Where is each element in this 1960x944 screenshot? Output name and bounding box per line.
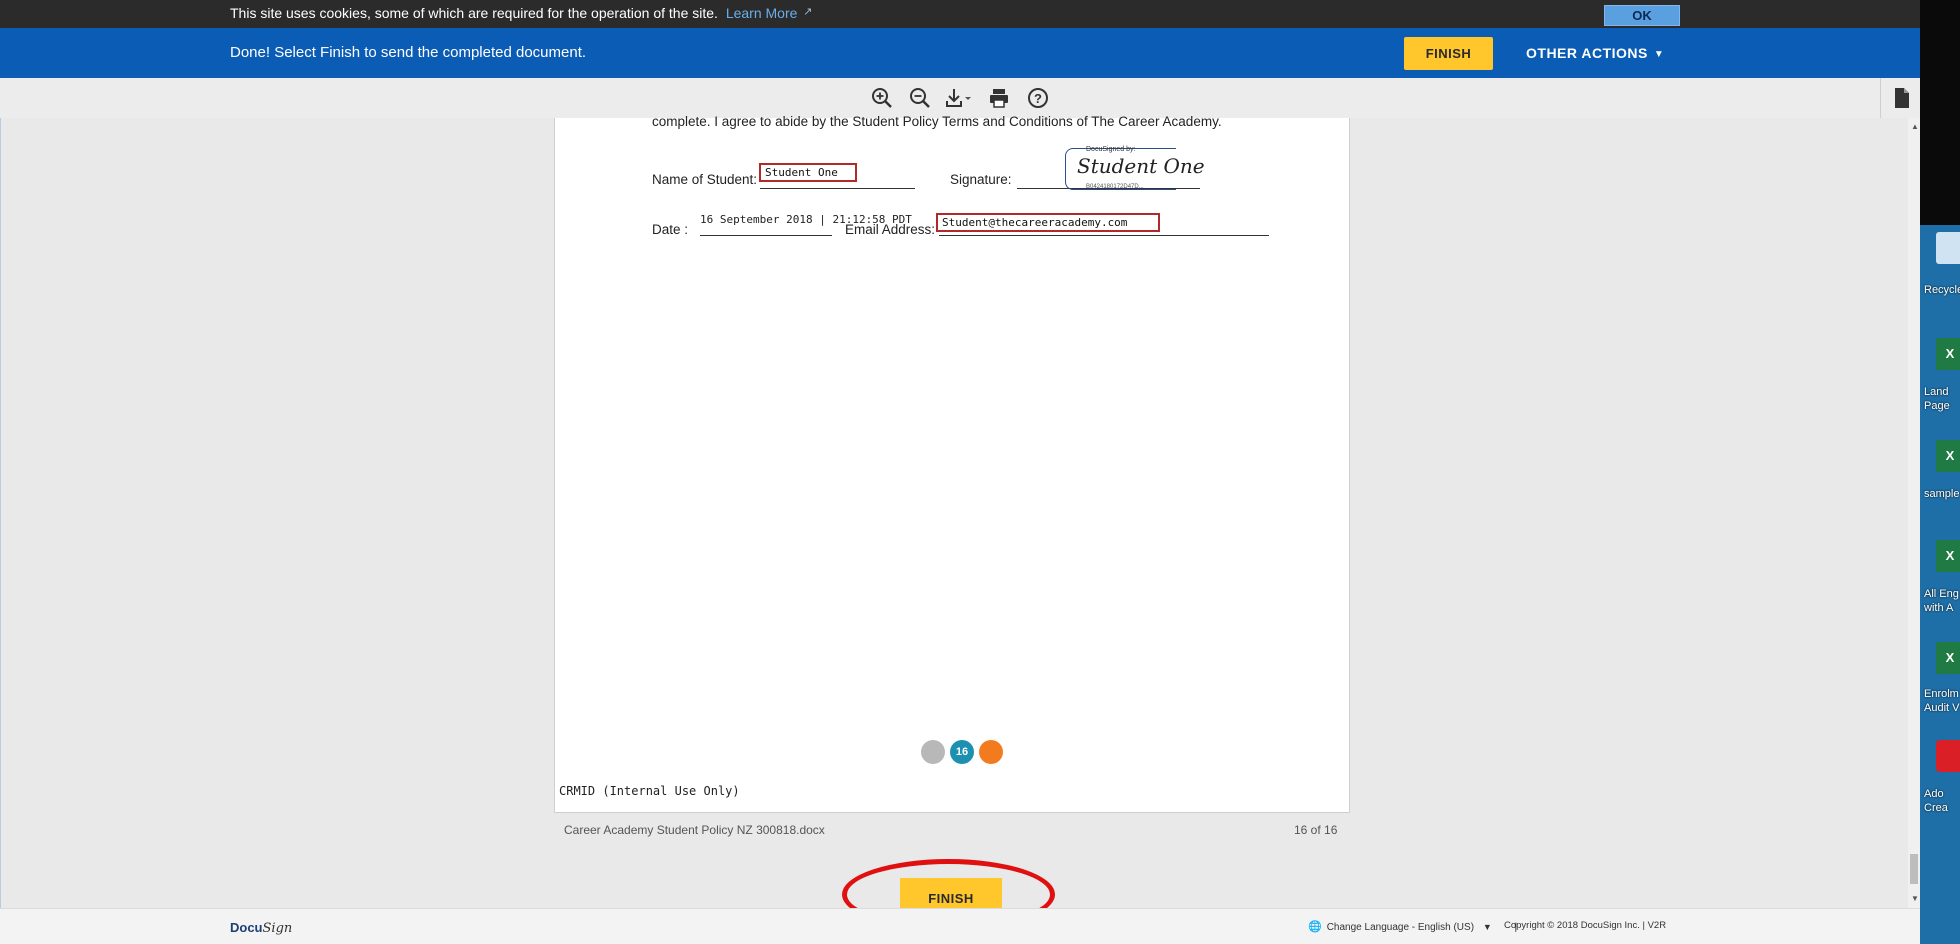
document-page-count: 16 of 16 xyxy=(1294,823,1338,837)
excel-file-icon[interactable]: X xyxy=(1936,338,1960,370)
signature-image[interactable]: Student One xyxy=(1077,154,1205,178)
scroll-up-icon[interactable]: ▲ xyxy=(1911,122,1919,131)
download-icon[interactable] xyxy=(944,86,974,110)
cookie-text: This site uses cookies, some of which ar… xyxy=(230,5,718,21)
language-label: Change Language - English (US) xyxy=(1326,922,1475,933)
svg-text:?: ? xyxy=(1034,91,1042,106)
date-label: Date : xyxy=(652,222,689,237)
print-icon[interactable] xyxy=(987,86,1011,110)
docusigned-by-label: DocuSigned by: xyxy=(1086,146,1136,153)
cookie-message: This site uses cookies, some of which ar… xyxy=(230,5,813,21)
signature-label: Signature: xyxy=(950,172,1012,187)
email-underline xyxy=(939,235,1269,236)
external-link-icon: ↗ xyxy=(803,6,813,18)
excel-file-icon[interactable]: X xyxy=(1936,540,1960,572)
recycle-bin-icon[interactable] xyxy=(1936,232,1960,264)
desktop-label: Land xyxy=(1924,386,1949,398)
desktop-label: Page xyxy=(1924,400,1950,412)
page-dot-previous[interactable] xyxy=(921,740,945,764)
crmid-text: CRMID (Internal Use Only) xyxy=(559,784,740,798)
other-actions-label: OTHER ACTIONS xyxy=(1526,45,1648,61)
zoom-out-icon[interactable] xyxy=(908,86,932,110)
docusign-logo: DocuSign xyxy=(230,920,292,936)
help-icon[interactable]: ? xyxy=(1026,86,1050,110)
globe-icon: 🌐 xyxy=(1308,921,1322,933)
finish-button-top[interactable]: FINISH xyxy=(1404,37,1493,70)
email-label: Email Address: xyxy=(845,222,936,237)
caret-down-icon: ▼ xyxy=(1653,49,1665,60)
page-dot-current[interactable]: 16 xyxy=(950,740,974,764)
name-label: Name of Student: xyxy=(652,172,758,187)
copyright-text: Copyright © 2018 DocuSign Inc. | V2R xyxy=(1504,920,1667,931)
cookie-banner: This site uses cookies, some of which ar… xyxy=(0,0,1920,28)
desktop-black-region xyxy=(1920,0,1960,225)
vertical-scrollbar[interactable]: ▲ ▼ xyxy=(1908,118,1920,908)
cookie-ok-button[interactable]: OK xyxy=(1604,5,1680,26)
document-icon xyxy=(1895,88,1909,108)
document-toolbar: ? xyxy=(0,78,1920,119)
learn-more-link[interactable]: Learn More xyxy=(726,5,798,21)
action-bar: Done! Select Finish to send the complete… xyxy=(0,28,1920,78)
document-filename: Career Academy Student Policy NZ 300818.… xyxy=(564,823,825,837)
student-name-field[interactable]: Student One xyxy=(759,163,857,182)
desktop-label: sample xyxy=(1924,488,1960,500)
name-underline xyxy=(760,188,915,189)
desktop-label: Recycle xyxy=(1924,284,1960,296)
desktop-label: with A xyxy=(1924,602,1954,614)
zoom-in-icon[interactable] xyxy=(870,86,894,110)
desktop-label: Ado xyxy=(1924,788,1944,800)
document-panel-button[interactable] xyxy=(1880,78,1920,118)
desktop-label: Audit V xyxy=(1924,702,1960,714)
adobe-creative-cloud-icon[interactable] xyxy=(1936,740,1960,772)
desktop-label: Enrolm xyxy=(1924,688,1959,700)
document-viewport: complete. I agree to abide by the Studen… xyxy=(0,114,1910,908)
agreement-text: complete. I agree to abide by the Studen… xyxy=(652,114,1222,129)
document-page: complete. I agree to abide by the Studen… xyxy=(554,114,1350,813)
page-footer: DocuSign 🌐 Change Language - English (US)… xyxy=(0,908,1920,944)
email-field[interactable]: Student@thecareeracademy.com xyxy=(936,213,1160,232)
scroll-down-icon[interactable]: ▼ xyxy=(1911,894,1919,903)
desktop-label: All Eng xyxy=(1924,588,1959,600)
page-dot-next[interactable] xyxy=(979,740,1003,764)
signature-id: B0424180172D47D... xyxy=(1086,184,1144,190)
scroll-thumb[interactable] xyxy=(1910,854,1918,884)
completion-message: Done! Select Finish to send the complete… xyxy=(230,44,587,61)
caret-down-icon: ▼ xyxy=(1482,922,1492,932)
excel-file-icon[interactable]: X xyxy=(1936,642,1960,674)
logo-sign: Sign xyxy=(262,921,293,936)
change-language-menu[interactable]: 🌐 Change Language - English (US) ▼ | xyxy=(1308,920,1517,933)
date-underline xyxy=(700,235,832,236)
desktop-background: Recycle X Land Page X sample X All Eng w… xyxy=(1920,0,1960,944)
other-actions-menu[interactable]: OTHER ACTIONS ▼ xyxy=(1526,45,1664,61)
logo-doc: Docu xyxy=(230,920,263,935)
docusign-app: This site uses cookies, some of which ar… xyxy=(0,0,1920,944)
desktop-label: Crea xyxy=(1924,802,1948,814)
excel-file-icon[interactable]: X xyxy=(1936,440,1960,472)
